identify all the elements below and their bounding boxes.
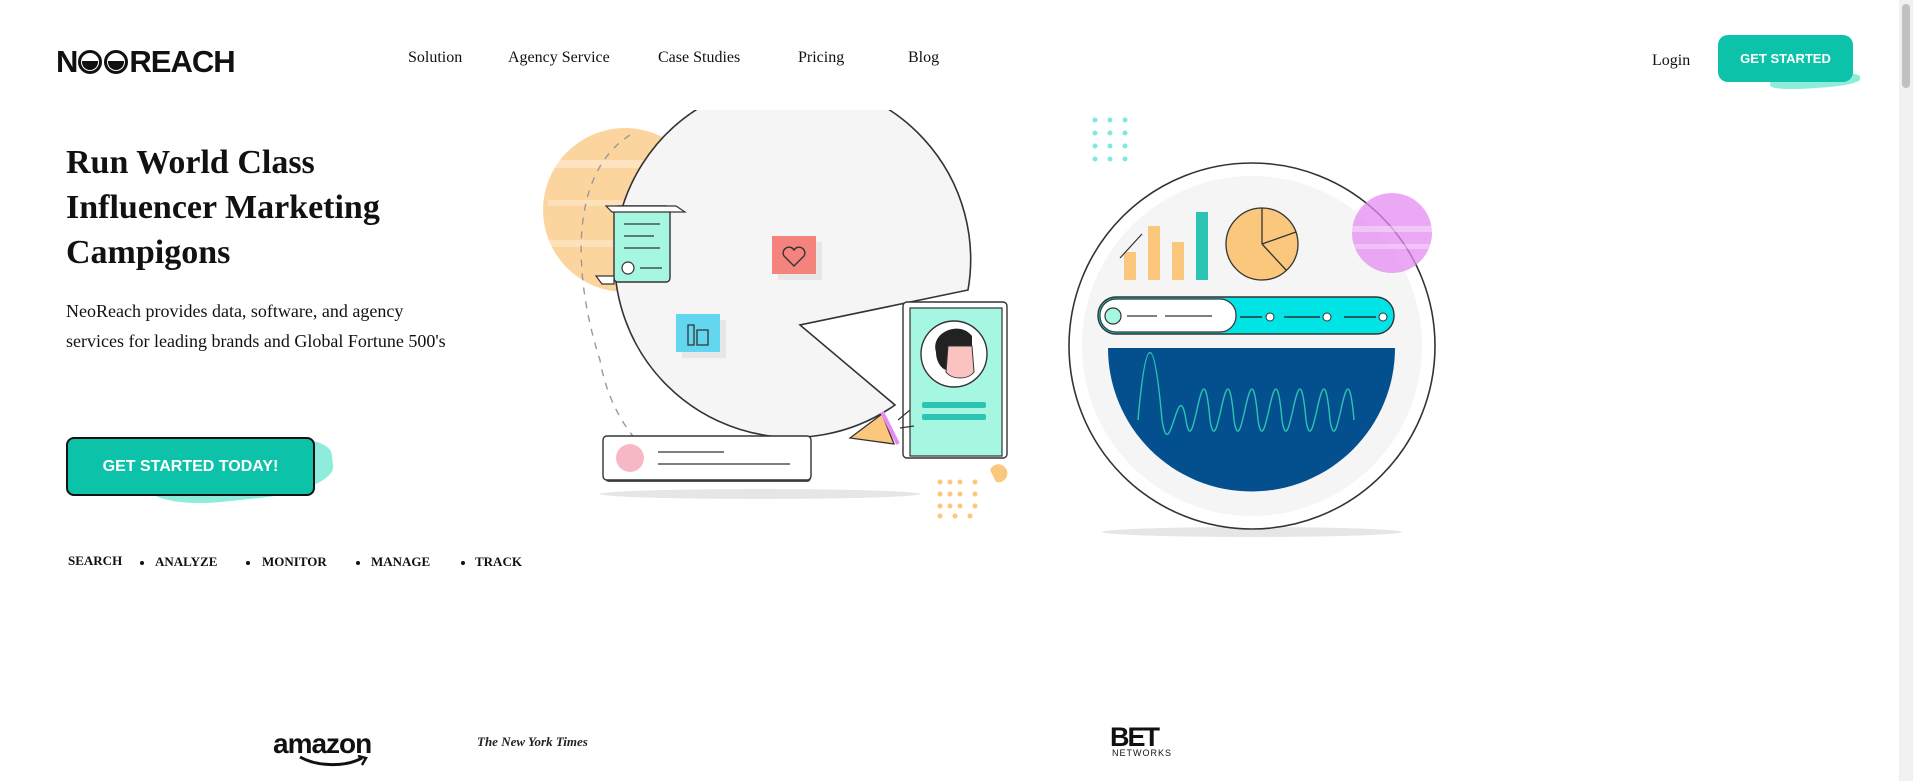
feature-monitor: MONITOR (262, 554, 327, 569)
orange-arc-decoration (990, 464, 1008, 483)
scrollbar-thumb[interactable] (1902, 4, 1910, 88)
bullet-dot (140, 561, 144, 565)
scrollbar-track[interactable] (1899, 0, 1913, 781)
ground-shadow (600, 489, 920, 499)
bullet-dot (356, 561, 360, 565)
feature-search: SEARCH (68, 553, 123, 568)
feature-track: TRACK (475, 554, 522, 569)
analytics-dashboard-illustration (1068, 117, 1436, 537)
logo-text-start: N (56, 44, 78, 79)
hero-title: Run World Class Influencer Marketing Cam… (66, 144, 380, 271)
nyt-logo: The New York Times (477, 734, 588, 749)
thumbs-up-icon (676, 314, 726, 358)
logo-eye-icon (104, 50, 129, 74)
heart-icon (772, 236, 822, 280)
profile-card-illustration (902, 301, 1008, 459)
hero-illustration (543, 110, 1436, 537)
nav-agency-service[interactable]: Agency Service (508, 49, 610, 67)
nav-blog[interactable]: Blog (908, 49, 939, 67)
get-started-today-button[interactable]: GET STARTED TODAY! (66, 437, 315, 496)
feature-analyze: ANALYZE (155, 554, 218, 569)
feature-manage: MANAGE (371, 554, 431, 569)
hero-description: NeoReach provides data, software, and ag… (66, 301, 446, 351)
comment-card-illustration (602, 435, 812, 482)
amazon-smile-icon (299, 755, 368, 767)
neoreach-logo[interactable]: N REACH (56, 44, 236, 80)
nav-pricing[interactable]: Pricing (798, 49, 844, 67)
logo-text-end: REACH (129, 44, 235, 79)
bullet-dot (461, 561, 465, 565)
login-link[interactable]: Login (1652, 52, 1690, 70)
logo-eye-icon (78, 50, 103, 74)
orange-dots-decoration (937, 479, 978, 519)
bullet-dot (246, 561, 250, 565)
nav-case-studies[interactable]: Case Studies (658, 49, 740, 67)
bet-networks-label: NETWORKS (1112, 748, 1173, 758)
get-started-button[interactable]: GET STARTED (1718, 35, 1853, 82)
nav-solution[interactable]: Solution (408, 49, 462, 67)
